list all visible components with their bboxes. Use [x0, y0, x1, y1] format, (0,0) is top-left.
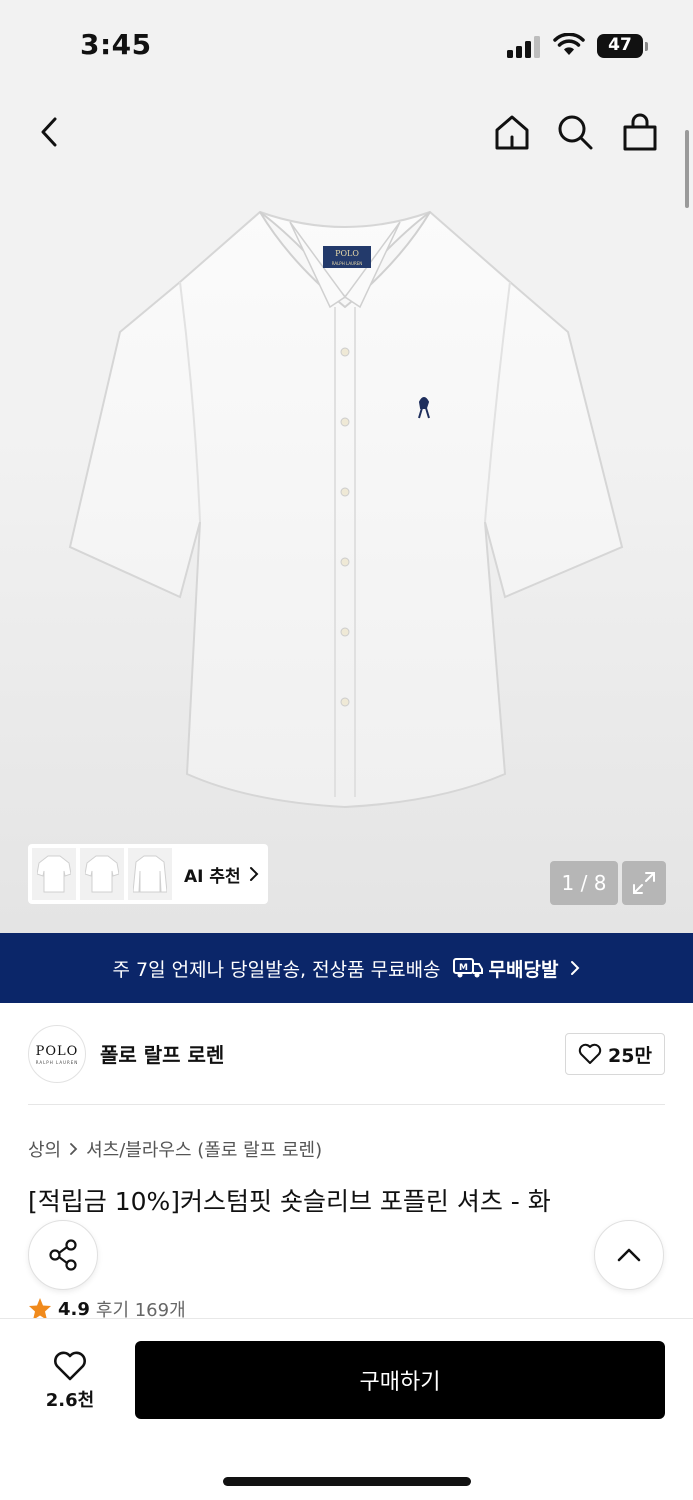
share-button[interactable] — [28, 1220, 98, 1290]
thumbnail-2[interactable] — [80, 848, 124, 900]
back-button[interactable] — [28, 110, 72, 154]
breadcrumb-category[interactable]: 상의 — [28, 1136, 61, 1162]
brand-logo-main: POLO — [35, 1043, 79, 1059]
divider — [28, 1104, 665, 1105]
breadcrumb: 상의 셔츠/블라우스 (폴로 랄프 로렌) — [28, 1136, 322, 1162]
heart-icon — [54, 1351, 86, 1381]
chevron-right-icon — [70, 1143, 78, 1155]
shirt-label: POLO — [335, 249, 359, 258]
wifi-icon — [553, 32, 585, 61]
shipping-banner[interactable]: 주 7일 언제나 당일발송, 전상품 무료배송 M 무배당발 — [0, 933, 693, 1003]
delivery-truck-icon: M — [452, 958, 483, 978]
wishlist-button[interactable]: 2.6천 — [28, 1343, 112, 1419]
bottom-action-bar: 2.6천 구매하기 — [0, 1318, 693, 1500]
home-icon — [495, 115, 529, 150]
buy-button[interactable]: 구매하기 — [135, 1341, 665, 1419]
product-gallery[interactable]: POLO RALPH LAUREN AI 추천 1 / 8 — [0, 92, 693, 933]
banner-brand-label: 무배당발 — [488, 958, 559, 981]
thumbnail-1[interactable] — [32, 848, 76, 900]
shirt-label-sub: RALPH LAUREN — [332, 261, 363, 266]
share-icon — [49, 1239, 77, 1271]
wishlist-count: 2.6천 — [45, 1390, 95, 1411]
banner-brand: M 무배당발 — [452, 955, 559, 982]
image-pager: 1 / 8 — [550, 861, 618, 905]
chevron-left-icon — [41, 117, 57, 147]
home-button[interactable] — [490, 110, 534, 154]
shopping-bag-icon — [623, 113, 657, 151]
shipping-banner-text: 주 7일 언제나 당일발송, 전상품 무료배송 — [112, 958, 441, 981]
status-time: 3:45 — [80, 28, 152, 61]
thumbnail-3[interactable] — [128, 848, 172, 900]
signal-icon — [507, 36, 541, 58]
breadcrumb-subcategory[interactable]: 셔츠/블라우스 (폴로 랄프 로렌) — [86, 1136, 322, 1162]
brand-like-button[interactable]: 25만 — [565, 1033, 665, 1075]
svg-text:M: M — [459, 963, 468, 973]
ai-recommend-label: AI 추천 — [184, 866, 241, 887]
expand-button[interactable] — [622, 861, 666, 905]
battery-cap — [645, 42, 648, 51]
expand-icon — [633, 872, 655, 894]
product-image[interactable]: POLO RALPH LAUREN — [60, 202, 630, 842]
heart-icon — [578, 1043, 602, 1064]
scroll-top-button[interactable] — [594, 1220, 664, 1290]
status-bar: 3:45 47 — [0, 0, 693, 92]
home-indicator — [223, 1477, 471, 1486]
battery-level: 47 — [608, 35, 632, 55]
ai-recommend-button[interactable]: AI 추천 — [184, 862, 259, 887]
brand-like-count: 25만 — [608, 1044, 652, 1067]
search-button[interactable] — [553, 110, 597, 154]
battery-icon: 47 — [597, 34, 643, 58]
thumbnail-strip: AI 추천 — [28, 844, 268, 904]
brand-logo-sub: RALPH LAUREN — [35, 1059, 79, 1065]
brand-row: POLO RALPH LAUREN 폴로 랄프 로렌 25만 — [28, 1025, 665, 1083]
chevron-up-icon — [617, 1248, 641, 1262]
search-icon — [558, 115, 593, 150]
chevron-right-icon — [571, 961, 580, 975]
chevron-right-icon — [249, 867, 259, 881]
product-title: [적립금 10%]커스텀핏 숏슬리브 포플린 셔츠 - 화 — [28, 1187, 551, 1216]
scrollbar[interactable] — [685, 130, 689, 208]
cart-button[interactable] — [618, 110, 662, 154]
brand-logo[interactable]: POLO RALPH LAUREN — [28, 1025, 86, 1083]
rating-score: 4.9 — [58, 1298, 90, 1320]
brand-name[interactable]: 폴로 랄프 로렌 — [100, 1039, 224, 1068]
